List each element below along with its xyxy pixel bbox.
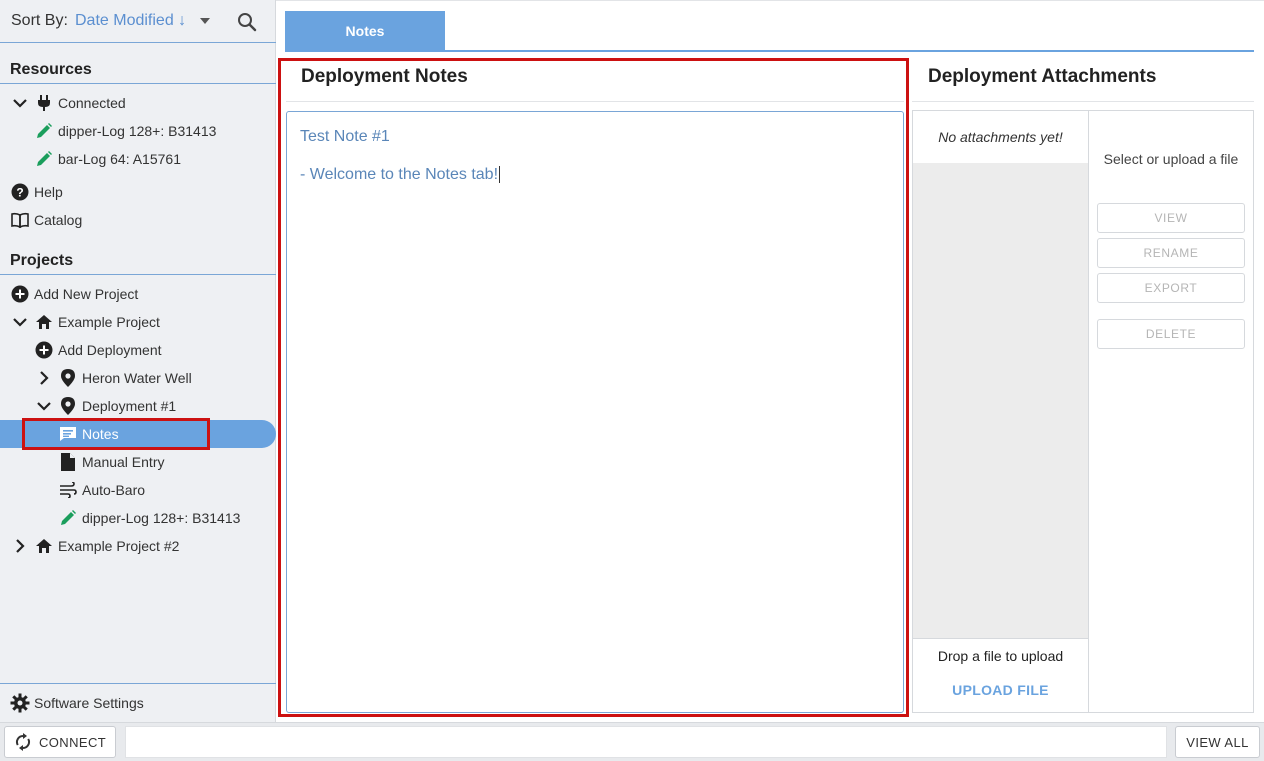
- resource-device-2[interactable]: bar-Log 64: A15761: [34, 145, 181, 173]
- project-example-2[interactable]: Example Project #2: [10, 532, 179, 560]
- pencil-icon: [58, 508, 78, 528]
- upload-file-button[interactable]: UPLOAD FILE: [913, 682, 1088, 698]
- catalog-label: Catalog: [34, 212, 83, 228]
- help-item[interactable]: ? Help: [10, 178, 63, 206]
- add-project-label: Add New Project: [34, 286, 139, 302]
- attachments-list[interactable]: [913, 111, 1088, 638]
- file-icon: [58, 452, 78, 472]
- deployment-attachments-title: Deployment Attachments: [928, 66, 1157, 87]
- add-deployment-item[interactable]: Add Deployment: [34, 336, 162, 364]
- help-icon: ?: [10, 182, 30, 202]
- view-all-button[interactable]: VIEW ALL: [1175, 726, 1260, 758]
- view-button[interactable]: VIEW: [1097, 203, 1245, 233]
- help-label: Help: [34, 184, 63, 200]
- select-file-hint: Select or upload a file: [1103, 151, 1239, 167]
- tab-notes[interactable]: Notes: [285, 11, 445, 51]
- sync-icon: [14, 733, 32, 751]
- attachments-empty-message: No attachments yet!: [913, 111, 1088, 163]
- gear-icon: [10, 693, 30, 713]
- drop-zone-divider: [913, 638, 1088, 639]
- software-settings-item[interactable]: Software Settings: [10, 689, 144, 717]
- chevron-right-icon[interactable]: [10, 536, 30, 556]
- projects-divider: [0, 274, 276, 275]
- resource-connected-label: Connected: [58, 95, 126, 111]
- chevron-down-icon[interactable]: [10, 312, 30, 332]
- notes-panel-highlight-outline: [278, 58, 909, 717]
- project-example[interactable]: Example Project: [10, 308, 160, 336]
- export-button[interactable]: EXPORT: [1097, 273, 1245, 303]
- rename-button[interactable]: RENAME: [1097, 238, 1245, 268]
- notes-highlight-outline: [22, 418, 210, 450]
- location-pin-icon: [58, 368, 78, 388]
- drop-zone-text[interactable]: Drop a file to upload: [913, 648, 1088, 664]
- location-pin-icon: [58, 396, 78, 416]
- attachments-title-divider: [912, 101, 1254, 102]
- resource-device-1-label: dipper-Log 128+: B31413: [58, 123, 217, 139]
- sidebar-item-dipper-label: dipper-Log 128+: B31413: [82, 510, 241, 526]
- add-circle-icon: [34, 340, 54, 360]
- resource-device-2-label: bar-Log 64: A15761: [58, 151, 181, 167]
- sidebar-item-manual-entry[interactable]: Manual Entry: [58, 448, 164, 476]
- project-example-2-label: Example Project #2: [58, 538, 180, 554]
- chevron-down-icon[interactable]: [34, 396, 54, 416]
- resources-divider: [0, 83, 276, 84]
- resource-connected[interactable]: Connected: [10, 89, 126, 117]
- projects-title: Projects: [10, 252, 74, 269]
- sort-dropdown-icon[interactable]: [200, 18, 210, 24]
- connect-label: CONNECT: [39, 734, 107, 750]
- home-icon: [34, 312, 54, 332]
- sidebar-item-dipper[interactable]: dipper-Log 128+: B31413: [58, 504, 240, 532]
- wind-icon: [58, 480, 78, 500]
- resource-device-1[interactable]: dipper-Log 128+: B31413: [34, 117, 216, 145]
- svg-text:?: ?: [16, 186, 23, 200]
- plug-icon: [34, 93, 54, 113]
- add-circle-icon: [10, 284, 30, 304]
- tab-underline: [285, 50, 1254, 52]
- chevron-right-icon[interactable]: [34, 368, 54, 388]
- home-icon: [34, 536, 54, 556]
- sidebar-item-auto-baro[interactable]: Auto-Baro: [58, 476, 145, 504]
- catalog-item[interactable]: Catalog: [10, 206, 82, 234]
- pencil-icon: [34, 121, 54, 141]
- software-settings-label: Software Settings: [34, 695, 144, 711]
- search-icon[interactable]: [236, 11, 258, 33]
- deployment-1[interactable]: Deployment #1: [34, 392, 176, 420]
- connect-button[interactable]: CONNECT: [4, 726, 116, 758]
- sort-label: Sort By:: [11, 12, 68, 29]
- project-example-label: Example Project: [58, 314, 160, 330]
- top-border: [276, 0, 1264, 1]
- deployment-heron-label: Heron Water Well: [82, 370, 192, 386]
- book-icon: [10, 210, 30, 230]
- deployment-1-label: Deployment #1: [82, 398, 177, 414]
- pencil-icon: [34, 149, 54, 169]
- chevron-down-icon[interactable]: [10, 93, 30, 113]
- status-field: [125, 726, 1167, 758]
- add-deployment-label: Add Deployment: [58, 342, 162, 358]
- delete-button[interactable]: DELETE: [1097, 319, 1245, 349]
- resources-title: Resources: [10, 61, 92, 78]
- attachments-column-divider: [1088, 111, 1089, 712]
- deployment-heron[interactable]: Heron Water Well: [34, 364, 192, 392]
- sort-value[interactable]: Date Modified ↓: [75, 12, 186, 30]
- settings-divider: [0, 683, 276, 684]
- add-project-item[interactable]: Add New Project: [10, 280, 138, 308]
- sidebar-item-auto-baro-label: Auto-Baro: [82, 482, 146, 498]
- sidebar-item-manual-entry-label: Manual Entry: [82, 454, 165, 470]
